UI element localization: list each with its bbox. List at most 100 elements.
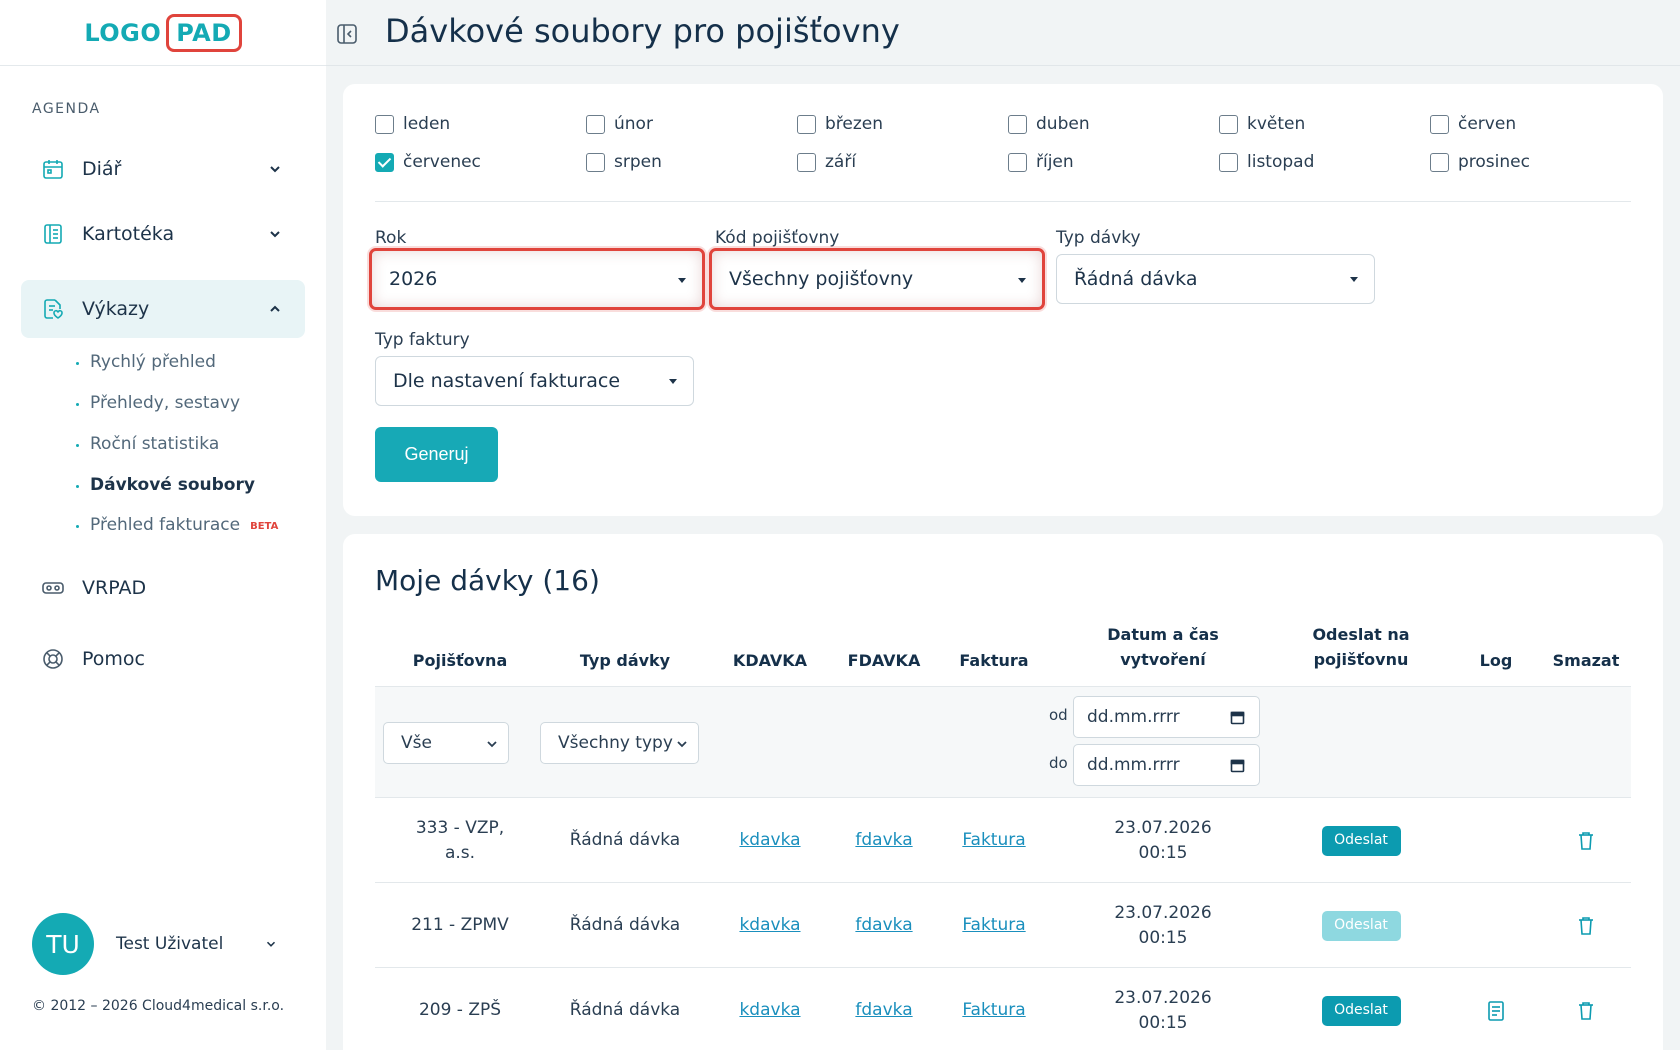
invoice-link[interactable]: Faktura	[962, 913, 1025, 938]
month-checkbox[interactable]: duben	[1008, 114, 1090, 134]
calendar-icon[interactable]	[1230, 758, 1245, 773]
col-header-invoice[interactable]: Faktura	[933, 635, 1055, 685]
month-label: únor	[614, 114, 653, 134]
bullet-icon	[76, 362, 79, 365]
fdavka-link[interactable]: fdavka	[855, 998, 912, 1023]
chevron-down-icon	[266, 941, 276, 947]
sidebar-item-kartoteka[interactable]: Kartotéka	[21, 205, 305, 263]
trash-icon[interactable]	[1575, 830, 1597, 852]
copyright: © 2012 – 2026 Cloud4medical s.r.o.	[32, 998, 285, 1014]
created-time: 00:15	[1138, 927, 1188, 948]
insurer-select[interactable]: Všechny pojišťovny	[709, 248, 1045, 310]
month-checkbox[interactable]: únor	[586, 114, 653, 134]
trash-icon[interactable]	[1575, 1000, 1597, 1022]
checkbox[interactable]	[797, 152, 816, 172]
sidebar-item-diar[interactable]: Diář	[21, 140, 305, 198]
month-checkbox[interactable]: listopad	[1219, 152, 1314, 172]
insurer-filter-select[interactable]: Vše	[383, 722, 509, 764]
sidebar-collapse-icon[interactable]	[336, 23, 358, 45]
month-checkbox[interactable]: červenec	[375, 152, 481, 172]
type-filter-value: Všechny typy	[558, 733, 673, 753]
subnav-item-prehled-fakturace[interactable]: Přehled fakturace BETA	[76, 515, 278, 535]
sidebar-item-pomoc[interactable]: Pomoc	[21, 630, 305, 688]
checkbox[interactable]	[586, 114, 605, 134]
date-to-input[interactable]: dd.mm.rrrr	[1073, 744, 1260, 786]
month-checkbox[interactable]: říjen	[1008, 152, 1074, 172]
cell-created: 23.07.2026 00:15	[1055, 883, 1271, 968]
insurer-filter-value: Vše	[401, 733, 432, 753]
checkbox[interactable]	[586, 152, 605, 172]
cell-type: Řádná dávka	[569, 915, 681, 935]
send-button-disabled: Odeslat	[1321, 910, 1401, 941]
cell-kdavka: kdavka	[705, 968, 835, 1050]
col-header-delete[interactable]: Smazat	[1541, 635, 1631, 685]
col-header-created[interactable]: Datum a čas vytvoření	[1055, 622, 1271, 672]
checkbox[interactable]	[1008, 152, 1027, 172]
date-from-placeholder: dd.mm.rrrr	[1087, 707, 1180, 727]
year-select[interactable]: 2026	[369, 248, 705, 310]
checkbox-checked[interactable]	[375, 152, 394, 172]
fdavka-link[interactable]: fdavka	[855, 913, 912, 938]
col-header-insurer[interactable]: Pojišťovna	[375, 635, 545, 685]
created-date: 23.07.2026	[1114, 987, 1212, 1008]
subnav-item-prehledy-sestavy[interactable]: Přehledy, sestavy	[76, 393, 240, 413]
send-button[interactable]: Odeslat	[1321, 995, 1401, 1026]
sidebar-item-vykazy[interactable]: Výkazy	[21, 280, 305, 338]
user-name: Test Uživatel	[116, 934, 224, 954]
checkbox[interactable]	[797, 114, 816, 134]
type-filter-select[interactable]: Všechny typy	[540, 722, 699, 764]
month-checkbox[interactable]: září	[797, 152, 856, 172]
month-checkbox[interactable]: březen	[797, 114, 883, 134]
checkbox[interactable]	[1219, 152, 1238, 172]
subnav-item-rocni-statistika[interactable]: Roční statistika	[76, 434, 219, 454]
cell-delete	[1541, 968, 1631, 1050]
sidebar-item-vrpad[interactable]: VRPAD	[21, 559, 305, 617]
cell-insurer: 333 - VZP, a.s.	[375, 798, 545, 883]
subnav-item-davkove-soubory[interactable]: Dávkové soubory	[76, 475, 255, 495]
col-header-send[interactable]: Odeslat na pojišťovnu	[1271, 622, 1451, 672]
invoice-link[interactable]: Faktura	[962, 998, 1025, 1023]
kdavka-link[interactable]: kdavka	[739, 828, 800, 853]
col-header-send-line1: Odeslat na	[1312, 625, 1410, 644]
kdavka-link[interactable]: kdavka	[739, 998, 800, 1023]
checkbox[interactable]	[1219, 114, 1238, 134]
send-button[interactable]: Odeslat	[1321, 825, 1401, 856]
log-document-icon[interactable]	[1485, 1000, 1507, 1022]
batch-type-select[interactable]: Řádná dávka	[1056, 254, 1375, 304]
month-checkbox[interactable]: srpen	[586, 152, 662, 172]
month-label: leden	[403, 114, 451, 134]
trash-icon[interactable]	[1575, 915, 1597, 937]
generate-button[interactable]: Generuj	[375, 427, 498, 482]
month-checkbox[interactable]: prosinec	[1430, 152, 1530, 172]
month-checkbox[interactable]: červen	[1430, 114, 1516, 134]
user-menu[interactable]: TU Test Uživatel	[32, 913, 292, 975]
month-checkbox[interactable]: leden	[375, 114, 450, 134]
calendar-icon[interactable]	[1230, 710, 1245, 725]
cell-fdavka: fdavka	[835, 798, 933, 883]
table-row: 333 - VZP, a.s. Řádná dávka kdavka fdavka…	[375, 798, 1631, 883]
batch-list-title: Moje dávky (16)	[375, 564, 600, 597]
col-header-type[interactable]: Typ dávky	[545, 635, 705, 685]
col-header-fdavka[interactable]: FDAVKA	[835, 635, 933, 685]
table-filter-row: Vše Všechny typy od dd.mm.rrrr do dd.mm.…	[375, 686, 1631, 798]
checkbox[interactable]	[1430, 114, 1449, 134]
checkbox[interactable]	[1430, 152, 1449, 172]
invoice-type-select[interactable]: Dle nastavení fakturace	[375, 356, 694, 406]
fdavka-link[interactable]: fdavka	[855, 828, 912, 853]
month-checkbox[interactable]: květen	[1219, 114, 1305, 134]
invoice-link[interactable]: Faktura	[962, 828, 1025, 853]
col-header-log[interactable]: Log	[1451, 635, 1541, 685]
checkbox[interactable]	[375, 114, 394, 134]
date-from-label: od	[1049, 706, 1068, 724]
logo[interactable]: LOGO PAD	[84, 13, 242, 52]
chevron-down-icon	[677, 741, 687, 748]
page-header: Dávkové soubory pro pojišťovny	[326, 0, 1680, 66]
date-from-input[interactable]: dd.mm.rrrr	[1073, 696, 1260, 738]
date-to-placeholder: dd.mm.rrrr	[1087, 755, 1180, 775]
subnav-item-rychly-prehled[interactable]: Rychlý přehled	[76, 352, 216, 372]
kdavka-link[interactable]: kdavka	[739, 913, 800, 938]
cell-kdavka: kdavka	[705, 883, 835, 968]
checkbox[interactable]	[1008, 114, 1027, 134]
col-header-kdavka[interactable]: KDAVKA	[705, 635, 835, 685]
calendar-icon	[43, 160, 63, 179]
